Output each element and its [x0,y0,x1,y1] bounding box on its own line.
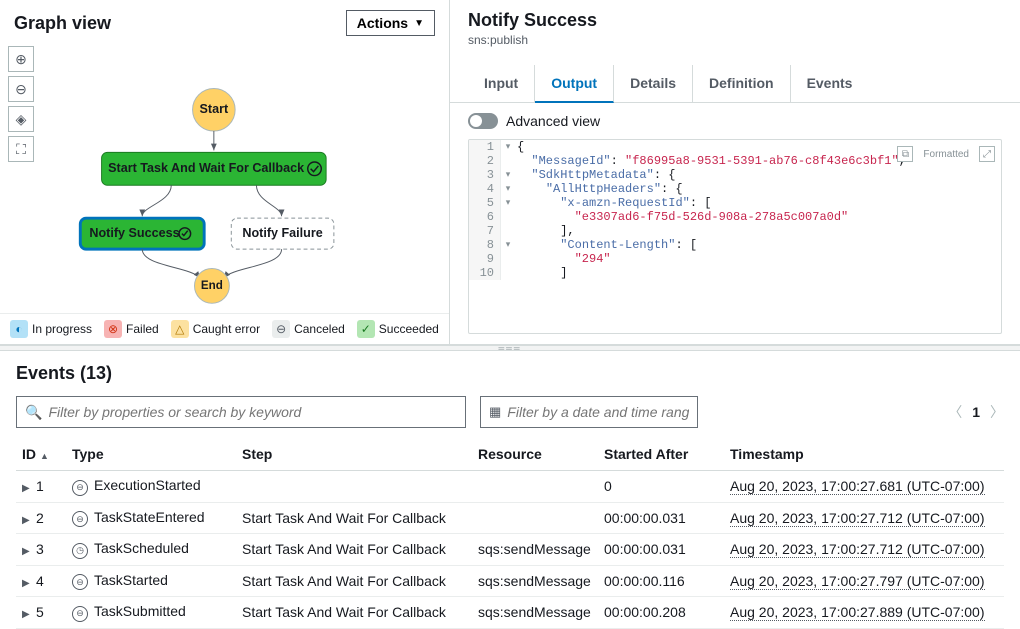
table-row[interactable]: ▶2⊖TaskStateEnteredStart Task And Wait F… [16,502,1004,534]
tab-input[interactable]: Input [468,65,535,102]
page-prev[interactable]: 〈 [948,402,962,422]
filter-date-input[interactable] [507,404,689,420]
event-type-icon: ⊖ [72,606,88,622]
filter-date[interactable]: ▦ [480,396,698,428]
center-button[interactable]: ◈ [8,106,34,132]
canceled-icon: ⊖ [272,320,290,338]
col-started[interactable]: Started After [598,438,724,471]
node-start-label: Start [200,102,229,116]
legend-succeeded: Succeeded [379,322,439,336]
filter-properties-input[interactable] [48,404,457,420]
detail-pane: Notify Success sns:publish Input Output … [450,0,1020,344]
actions-label: Actions [357,15,408,31]
timestamp-link[interactable]: Aug 20, 2023, 17:00:27.797 (UTC-07:00) [730,573,985,590]
pagination: 〈 1 〉 [948,402,1004,422]
caught-icon: △ [171,320,189,338]
col-step[interactable]: Step [236,438,472,471]
tab-definition[interactable]: Definition [693,65,791,102]
sort-icon[interactable]: ▲ [40,451,49,461]
event-type-icon: ⊖ [72,511,88,527]
timestamp-link[interactable]: Aug 20, 2023, 17:00:27.712 (UTC-07:00) [730,541,985,558]
col-timestamp[interactable]: Timestamp [724,438,1004,471]
expand-row-icon[interactable]: ▶ [22,609,32,620]
advanced-view-label: Advanced view [506,113,600,129]
zoom-out-button[interactable]: ⊖ [8,76,34,102]
actions-button[interactable]: Actions ▼ [346,10,435,36]
node-failure-label: Notify Failure [242,226,322,240]
events-title: Events (13) [16,363,1004,384]
output-code-box: ⧉ Formatted ⤢ 1▾{2 "MessageId": "f86995a… [468,139,1002,334]
legend-in-progress: In progress [32,322,92,336]
failed-icon: ⊗ [104,320,122,338]
legend-canceled: Canceled [294,322,345,336]
workflow-graph[interactable]: Start Start Task And Wait For Callback N… [0,42,449,313]
copy-button[interactable]: ⧉ [897,146,913,162]
tab-details[interactable]: Details [614,65,693,102]
col-id[interactable]: ID [22,446,36,462]
table-row[interactable]: ▶5⊖TaskSubmittedStart Task And Wait For … [16,597,1004,629]
events-table: ID ▲ Type Step Resource Started After Tim… [16,438,1004,629]
events-panel: Events (13) 🔍 ▦ 〈 1 〉 ID ▲ Type Step Reso… [0,351,1020,629]
expand-row-icon[interactable]: ▶ [22,483,32,494]
timestamp-link[interactable]: Aug 20, 2023, 17:00:27.681 (UTC-07:00) [730,478,985,495]
chevron-down-icon: ▼ [414,18,424,29]
table-row[interactable]: ▶4⊖TaskStartedStart Task And Wait For Ca… [16,565,1004,597]
fullscreen-button[interactable]: ⛶ [8,136,34,162]
graph-pane: Graph view Actions ▼ ⊕ ⊖ ◈ ⛶ Start [0,0,450,344]
legend: ◐ In progress ⊗ Failed △ Caught error ⊖ Canc… [0,313,449,344]
timestamp-link[interactable]: Aug 20, 2023, 17:00:27.712 (UTC-07:00) [730,510,985,527]
calendar-icon: ▦ [489,404,501,420]
tabs: Input Output Details Definition Events [450,65,1020,103]
table-row[interactable]: ▶1⊖ExecutionStarted0Aug 20, 2023, 17:00:… [16,471,1004,503]
tab-output[interactable]: Output [535,65,614,103]
node-end-label: End [201,279,223,292]
legend-caught: Caught error [193,322,260,336]
formatted-label: Formatted [923,149,969,160]
tab-events[interactable]: Events [791,65,869,102]
col-type[interactable]: Type [66,438,236,471]
legend-failed: Failed [126,322,159,336]
event-type-icon: ◷ [72,543,88,559]
filter-properties[interactable]: 🔍 [16,396,466,428]
search-icon: 🔍 [25,404,42,421]
succeeded-icon: ✓ [357,320,375,338]
page-number: 1 [972,404,980,420]
detail-subtitle: sns:publish [468,33,1002,47]
detail-title: Notify Success [468,10,1002,31]
table-row[interactable]: ▶3◷TaskScheduledStart Task And Wait For … [16,534,1004,566]
col-resource[interactable]: Resource [472,438,598,471]
node-success-label: Notify Success [89,226,179,240]
node-task-label: Start Task And Wait For Callback [108,161,304,175]
zoom-in-button[interactable]: ⊕ [8,46,34,72]
event-type-icon: ⊖ [72,480,88,496]
advanced-view-toggle[interactable] [468,113,498,129]
expand-row-icon[interactable]: ▶ [22,578,32,589]
event-type-icon: ⊖ [72,574,88,590]
in-progress-icon: ◐ [10,320,28,338]
expand-code-button[interactable]: ⤢ [979,146,995,162]
expand-row-icon[interactable]: ▶ [22,546,32,557]
expand-row-icon[interactable]: ▶ [22,515,32,526]
timestamp-link[interactable]: Aug 20, 2023, 17:00:27.889 (UTC-07:00) [730,604,985,621]
page-next[interactable]: 〉 [990,402,1004,422]
graph-title: Graph view [14,13,111,34]
